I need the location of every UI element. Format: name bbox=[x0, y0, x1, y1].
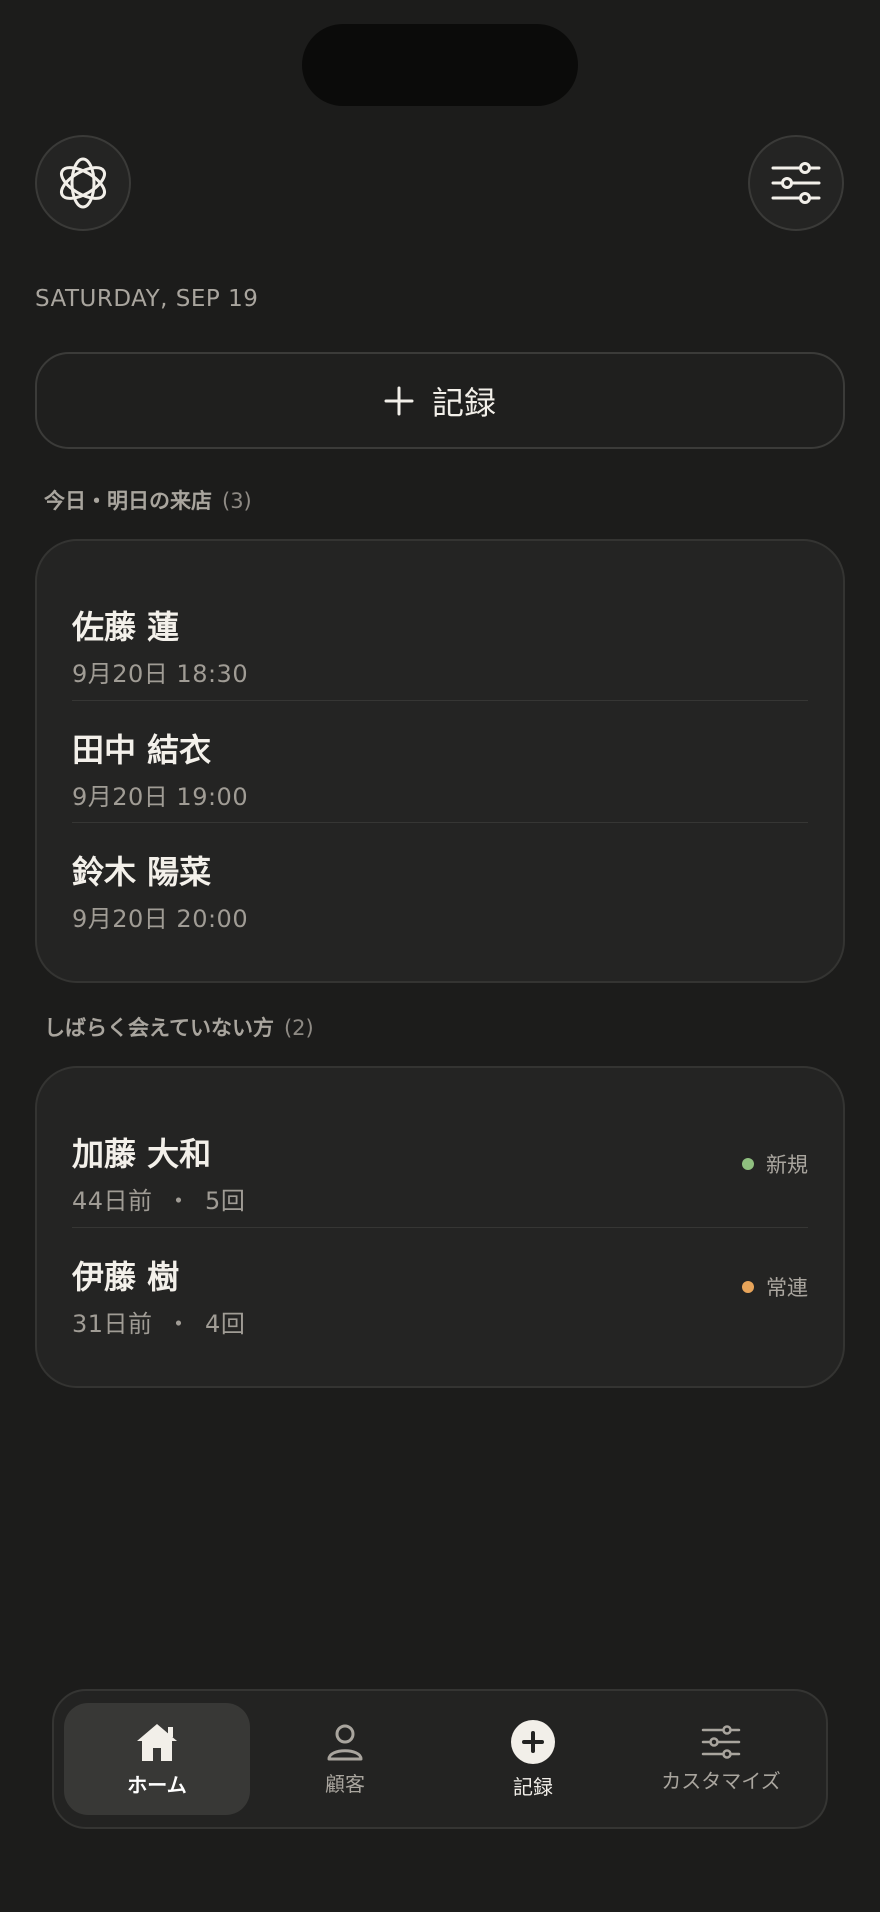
separator-dot: ・ bbox=[166, 1310, 192, 1338]
upcoming-title-text: 今日・明日の来店 bbox=[44, 489, 212, 513]
visit-datetime: 9月20日 18:30 bbox=[72, 660, 249, 688]
logo-button[interactable] bbox=[35, 135, 131, 231]
visit-summary: 31日前・ 4回 bbox=[72, 1304, 245, 1339]
upcoming-count: (3) bbox=[222, 489, 252, 513]
visit-summary: 44日前・ 5回 bbox=[72, 1181, 245, 1216]
lapsed-card: 加藤 大和 44日前・ 5回 新規 伊藤 樹 31日前・ 4回 常連 bbox=[35, 1066, 845, 1388]
status-dot bbox=[742, 1158, 754, 1170]
sliders-icon bbox=[701, 1724, 741, 1759]
visit-count: 5回 bbox=[205, 1187, 246, 1215]
visit-datetime: 9月20日 20:00 bbox=[72, 905, 249, 933]
list-item[interactable]: 佐藤 蓮 9月20日 18:30 bbox=[72, 578, 808, 700]
customer-name: 鈴木 陽菜 bbox=[72, 853, 212, 891]
status-badge-label: 新規 bbox=[766, 1153, 808, 1177]
customer-name: 伊藤 樹 bbox=[72, 1258, 180, 1296]
visit-count: 4回 bbox=[205, 1310, 246, 1338]
plus-circle-icon bbox=[511, 1719, 555, 1764]
record-button[interactable]: 記録 bbox=[35, 352, 845, 449]
tab-record[interactable]: 記録 bbox=[440, 1703, 626, 1815]
upcoming-section-title: 今日・明日の来店 (3) bbox=[44, 485, 252, 515]
flower-outline-icon bbox=[60, 157, 106, 209]
customer-name: 田中 結衣 bbox=[72, 731, 212, 769]
status-badge-label: 常連 bbox=[766, 1276, 808, 1300]
settings-button[interactable] bbox=[748, 135, 844, 231]
status-dot bbox=[742, 1281, 754, 1293]
days-since-visit: 31日前 bbox=[72, 1310, 153, 1338]
upcoming-card: 佐藤 蓮 9月20日 18:30 田中 結衣 9月20日 19:00 鈴木 陽菜… bbox=[35, 539, 845, 983]
tab-home[interactable]: ホーム bbox=[64, 1703, 250, 1815]
customer-name: 加藤 大和 bbox=[72, 1135, 212, 1173]
tab-customers-label: 顧客 bbox=[325, 1771, 365, 1796]
visit-datetime: 9月20日 19:00 bbox=[72, 783, 249, 811]
dynamic-island bbox=[302, 24, 578, 106]
list-item[interactable]: 田中 結衣 9月20日 19:00 bbox=[72, 700, 808, 822]
bottom-tab-bar: ホーム 顧客 記録 カスタマイズ bbox=[52, 1689, 828, 1829]
plus-icon bbox=[384, 386, 414, 415]
sliders-icon bbox=[771, 162, 821, 204]
tab-home-label: ホーム bbox=[127, 1772, 187, 1797]
customer-name: 佐藤 蓮 bbox=[72, 608, 180, 646]
list-item[interactable]: 加藤 大和 44日前・ 5回 新規 bbox=[72, 1105, 808, 1227]
status-badge: 常連 bbox=[742, 1272, 808, 1302]
tab-record-label: 記録 bbox=[513, 1774, 553, 1799]
separator-dot: ・ bbox=[166, 1187, 192, 1215]
lapsed-title-text: しばらく会えていない方 bbox=[44, 1016, 274, 1040]
days-since-visit: 44日前 bbox=[72, 1187, 153, 1215]
status-badge: 新規 bbox=[742, 1149, 808, 1179]
tab-customize[interactable]: カスタマイズ bbox=[628, 1703, 814, 1815]
lapsed-section-title: しばらく会えていない方 (2) bbox=[44, 1012, 314, 1042]
person-icon bbox=[327, 1724, 363, 1760]
tab-customers[interactable]: 顧客 bbox=[252, 1703, 438, 1815]
current-date: SATURDAY, SEP 19 bbox=[35, 286, 259, 312]
list-item[interactable]: 鈴木 陽菜 9月20日 20:00 bbox=[72, 822, 808, 944]
record-button-label: 記録 bbox=[431, 383, 496, 422]
tab-customize-label: カスタマイズ bbox=[661, 1768, 781, 1793]
home-icon bbox=[137, 1723, 177, 1761]
list-item[interactable]: 伊藤 樹 31日前・ 4回 常連 bbox=[72, 1227, 808, 1349]
lapsed-count: (2) bbox=[283, 1016, 314, 1040]
